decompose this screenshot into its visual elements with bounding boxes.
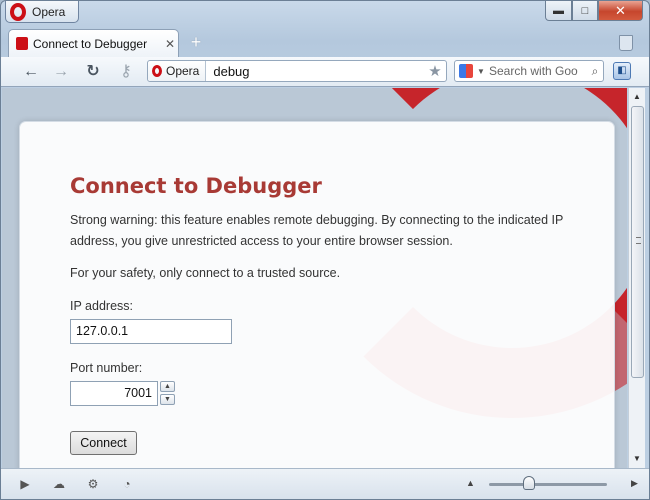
port-number-label: Port number: [70,361,143,375]
scroll-thumb[interactable] [631,106,644,378]
opera-menu-button[interactable]: Opera [5,1,79,23]
title-bar: Opera ▬ □ ✕ [1,1,649,27]
tab-connect-to-debugger[interactable]: Connect to Debugger ✕ [8,29,179,57]
opera-logo-icon [10,2,26,21]
browser-window: Opera ▬ □ ✕ Connect to Debugger ✕ + ← → … [0,0,650,500]
navigation-toolbar: ← → ↻ ⚷ Opera debug ★ ▼ Search with Goo … [1,57,649,87]
tab-title: Connect to Debugger [33,36,148,51]
close-button[interactable]: ✕ [598,1,643,21]
ip-address-field[interactable]: 127.0.0.1 [70,319,232,344]
page-content: Connect to Debugger Strong warning: this… [2,88,627,468]
panel-icon[interactable]: ▶ [17,477,33,491]
warning-text: Strong warning: this feature enables rem… [70,213,564,248]
star-icon[interactable]: ★ [424,62,446,80]
panel-toggle-icon[interactable]: ◧ [613,62,631,80]
window-controls: ▬ □ ✕ [545,1,643,21]
safety-text: For your safety, only connect to a trust… [70,266,341,280]
address-bar[interactable]: Opera debug ★ [147,60,447,82]
address-input[interactable]: debug [206,64,424,79]
speed-dial-icon[interactable]: ◔ [119,477,135,491]
search-input[interactable]: Search with Goo [489,64,587,78]
status-bar: ▶ ☁ ⚙ ◔ ▲ ▶ [1,468,649,499]
zoom-slider-thumb[interactable] [523,476,535,490]
forward-arrow-icon[interactable]: → [51,63,71,81]
connect-button[interactable]: Connect [70,431,137,455]
scroll-up-icon[interactable]: ▲ [629,90,645,104]
minimize-button[interactable]: ▬ [545,1,572,21]
site-badge[interactable]: Opera [148,61,207,81]
port-stepper[interactable]: ▲ ▼ [160,381,176,407]
opera-menu-label: Opera [32,4,66,19]
key-icon[interactable]: ⚷ [114,63,138,81]
scroll-down-icon[interactable]: ▼ [629,452,645,466]
cloud-icon[interactable]: ☁ [51,477,67,491]
reload-icon[interactable]: ↻ [83,63,103,81]
chevron-down-icon[interactable]: ▼ [477,67,489,76]
ip-address-label: IP address: [70,299,134,313]
page-title: Connect to Debugger [70,174,322,198]
search-engine-icon[interactable] [455,61,477,81]
trash-icon[interactable] [619,35,633,51]
vertical-scrollbar[interactable]: ▲ ▼ [628,88,645,468]
scroll-right-icon[interactable]: ▶ [631,478,638,489]
new-tab-icon[interactable]: + [187,33,205,51]
stepper-down-icon[interactable]: ▼ [160,394,175,405]
debugger-card: Connect to Debugger Strong warning: this… [19,121,615,468]
opera-badge-icon [152,65,162,77]
zoom-slider[interactable] [489,483,607,486]
port-number-field[interactable]: 7001 [70,381,158,406]
zoom-menu-icon[interactable]: ▲ [466,478,475,488]
grip-icon [636,237,641,244]
stepper-up-icon[interactable]: ▲ [160,381,175,392]
site-badge-label: Opera [166,64,200,78]
unite-icon[interactable]: ⚙ [85,477,101,491]
maximize-button[interactable]: □ [572,1,598,21]
opera-favicon-icon [16,37,28,50]
search-field[interactable]: ▼ Search with Goo ⌕ [454,60,604,82]
close-tab-icon[interactable]: ✕ [162,37,178,51]
search-icon[interactable]: ⌕ [587,64,603,79]
back-arrow-icon[interactable]: ← [21,63,41,81]
tab-bar: Connect to Debugger ✕ + [1,29,649,57]
